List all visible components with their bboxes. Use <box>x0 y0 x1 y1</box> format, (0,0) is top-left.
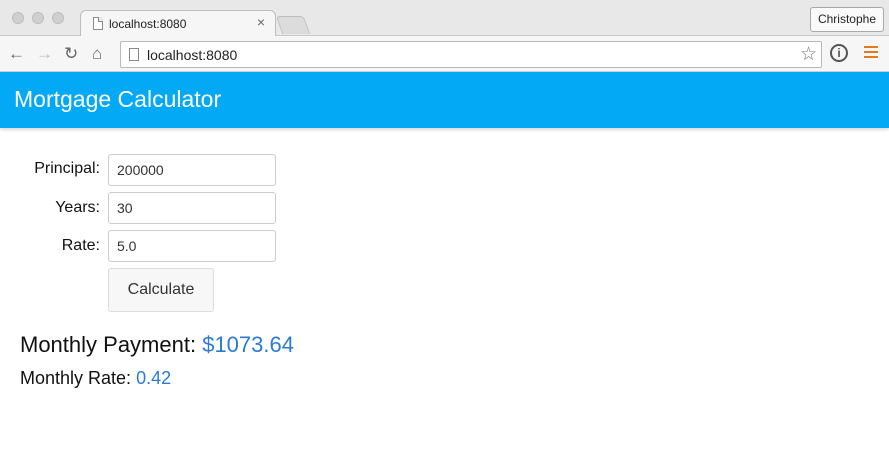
principal-label: Principal: <box>34 160 100 177</box>
monthly-rate-value: 0.42 <box>136 368 172 388</box>
browser-tab[interactable]: localhost:8080 × <box>80 10 276 37</box>
zoom-window-button[interactable] <box>52 12 64 24</box>
close-window-button[interactable] <box>12 12 24 24</box>
info-icon[interactable]: i <box>830 44 848 62</box>
monthly-rate-label: Monthly Rate: <box>20 368 132 388</box>
app-header: Mortgage Calculator <box>0 72 889 128</box>
page-icon <box>129 48 139 61</box>
tab-close-icon[interactable]: × <box>257 14 265 30</box>
page-title: Mortgage Calculator <box>14 86 222 112</box>
years-input[interactable] <box>108 192 276 224</box>
back-arrow-icon[interactable]: ← <box>8 44 25 64</box>
years-label: Years: <box>55 199 100 216</box>
calculate-button[interactable]: Calculate <box>108 268 214 312</box>
browser-titlebar: localhost:8080 × Christophe <box>0 0 889 37</box>
new-tab-button[interactable] <box>275 16 311 34</box>
address-bar[interactable]: localhost:8080 ☆ <box>120 41 822 68</box>
browser-toolbar: ← → ↻ ⌂ localhost:8080 ☆ i <box>0 36 889 72</box>
minimize-window-button[interactable] <box>32 12 44 24</box>
address-text: localhost:8080 <box>147 47 238 63</box>
page-icon <box>93 17 103 30</box>
principal-input[interactable] <box>108 154 276 186</box>
monthly-payment-result: Monthly Payment: $1073.64 <box>20 332 294 358</box>
tab-title: localhost:8080 <box>109 17 187 31</box>
home-icon[interactable]: ⌂ <box>92 44 102 64</box>
rate-label: Rate: <box>61 237 100 254</box>
star-icon[interactable]: ☆ <box>800 43 817 66</box>
monthly-rate-result: Monthly Rate: 0.42 <box>20 368 171 389</box>
forward-arrow-icon[interactable]: → <box>36 44 53 64</box>
monthly-payment-label: Monthly Payment: <box>20 332 197 357</box>
reload-icon[interactable]: ↻ <box>64 44 78 64</box>
hamburger-menu-icon[interactable] <box>864 46 878 60</box>
rate-input[interactable] <box>108 230 276 262</box>
profile-button[interactable]: Christophe <box>809 7 884 32</box>
monthly-payment-value: $1073.64 <box>202 332 294 357</box>
